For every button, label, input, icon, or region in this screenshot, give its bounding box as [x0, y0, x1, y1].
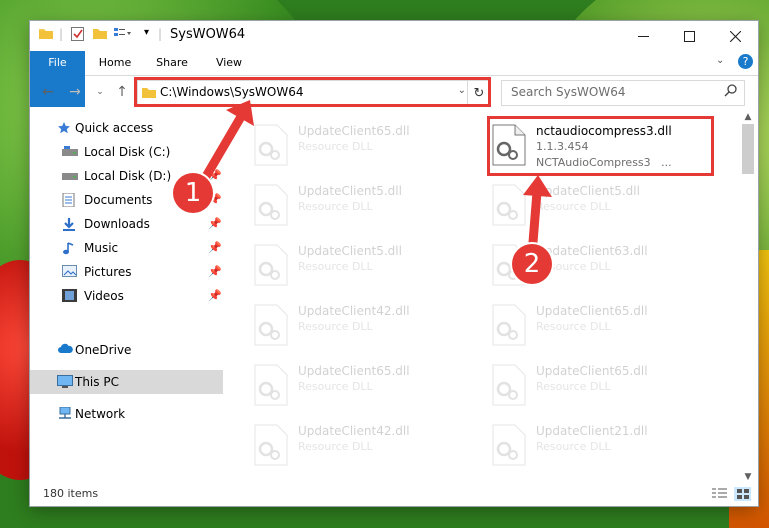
large-icons-view-icon[interactable] — [734, 487, 751, 501]
customize-icon[interactable] — [114, 27, 132, 39]
file-item[interactable]: UpdateClient5.dll Resource DLL — [252, 238, 482, 294]
downloads-icon — [62, 217, 76, 231]
sidebar-item-quick-access[interactable]: Quick access — [30, 116, 223, 140]
maximize-button[interactable] — [666, 21, 712, 51]
music-icon — [62, 241, 76, 255]
window-title: SysWOW64 — [170, 27, 246, 42]
pictures-icon — [62, 265, 77, 279]
new-folder-icon[interactable] — [93, 27, 107, 39]
pin-icon[interactable]: 📌 — [208, 169, 222, 182]
sidebar-item-onedrive[interactable]: OneDrive — [30, 338, 223, 362]
dll-file-icon — [254, 244, 288, 286]
search-box[interactable]: Search SysWOW64 — [501, 80, 745, 106]
forward-button[interactable]: → — [65, 82, 85, 102]
file-item[interactable]: UpdateClient65.dll Resource DLL — [490, 358, 720, 414]
item-count: 180 items — [43, 487, 99, 500]
sidebar: Quick access Local Disk (C:) Local Disk … — [30, 110, 223, 490]
pin-icon[interactable]: 📌 — [208, 289, 222, 302]
tab-share[interactable]: Share — [147, 51, 197, 75]
star-icon — [57, 121, 71, 135]
tab-home[interactable]: Home — [90, 51, 140, 75]
address-highlight-box — [134, 77, 491, 107]
dll-file-icon — [254, 424, 288, 466]
network-icon — [57, 406, 71, 421]
minimize-button[interactable] — [620, 21, 666, 51]
scroll-up-icon[interactable]: ▲ — [742, 112, 754, 124]
sidebar-item-music[interactable]: Music 📌 — [30, 236, 223, 260]
dll-file-icon — [254, 124, 288, 166]
vertical-scrollbar[interactable]: ▲ ▼ — [739, 110, 758, 490]
pin-icon[interactable]: 📌 — [208, 217, 222, 230]
ribbon: File Home Share View ⌄ ? — [30, 51, 758, 107]
dll-file-icon — [492, 304, 526, 346]
file-item[interactable]: UpdateClient65.dll Resource DLL — [252, 118, 482, 174]
file-item[interactable]: UpdateClient5.dll Resource DLL — [252, 178, 482, 234]
back-button[interactable]: ← — [38, 82, 58, 102]
dll-file-icon — [254, 184, 288, 226]
title-bar: | ▾ | SysWOW64 — [30, 21, 758, 51]
search-icon[interactable] — [724, 84, 737, 101]
sidebar-item-local-disk-c[interactable]: Local Disk (C:) — [30, 140, 223, 164]
details-view-icon[interactable] — [712, 488, 727, 503]
drive-icon — [62, 145, 78, 159]
expand-ribbon-icon[interactable]: ⌄ — [716, 55, 724, 66]
dll-file-icon — [492, 364, 526, 406]
step-marker-1: 1 — [173, 173, 213, 213]
tab-view[interactable]: View — [204, 51, 254, 75]
close-button[interactable] — [712, 21, 758, 51]
videos-icon — [62, 289, 77, 303]
file-item[interactable]: UpdateClient42.dll Resource DLL — [252, 418, 482, 474]
drive-icon — [62, 169, 78, 183]
sidebar-item-network[interactable]: Network — [30, 402, 223, 426]
help-icon[interactable]: ? — [738, 54, 753, 69]
computer-icon — [57, 375, 73, 389]
recent-locations-icon[interactable]: ⌄ — [90, 82, 110, 102]
status-bar: 180 items — [30, 483, 758, 506]
search-placeholder: Search SysWOW64 — [511, 85, 626, 99]
dll-file-icon — [254, 364, 288, 406]
sidebar-item-videos[interactable]: Videos 📌 — [30, 284, 223, 308]
quick-access-dropdown-icon[interactable]: ▾ — [144, 27, 149, 38]
pin-icon[interactable]: 📌 — [208, 241, 222, 254]
dll-file-icon — [492, 424, 526, 466]
file-item[interactable]: UpdateClient42.dll Resource DLL — [252, 298, 482, 354]
file-item[interactable]: UpdateClient5.dll Resource DLL — [490, 178, 720, 234]
file-explorer-window: | ▾ | SysWOW64 File Home Share View ⌄ ? — [30, 21, 758, 506]
file-item[interactable]: UpdateClient65.dll Resource DLL — [252, 358, 482, 414]
properties-icon[interactable] — [71, 27, 84, 41]
folder-icon — [39, 27, 53, 39]
dll-file-icon — [492, 184, 526, 226]
file-highlight-box — [487, 116, 714, 176]
documents-icon — [62, 192, 76, 208]
up-button[interactable]: ↑ — [112, 82, 132, 102]
step-marker-2: 2 — [512, 244, 552, 284]
pin-icon[interactable]: 📌 — [208, 265, 222, 278]
file-item[interactable]: UpdateClient21.dll Resource DLL — [490, 418, 720, 474]
dll-file-icon — [254, 304, 288, 346]
cloud-icon — [57, 343, 73, 357]
sidebar-item-pictures[interactable]: Pictures 📌 — [30, 260, 223, 284]
sidebar-item-this-pc[interactable]: This PC — [30, 370, 223, 394]
file-item[interactable]: UpdateClient65.dll Resource DLL — [490, 298, 720, 354]
scrollbar-thumb[interactable] — [742, 124, 754, 174]
sidebar-item-downloads[interactable]: Downloads 📌 — [30, 212, 223, 236]
